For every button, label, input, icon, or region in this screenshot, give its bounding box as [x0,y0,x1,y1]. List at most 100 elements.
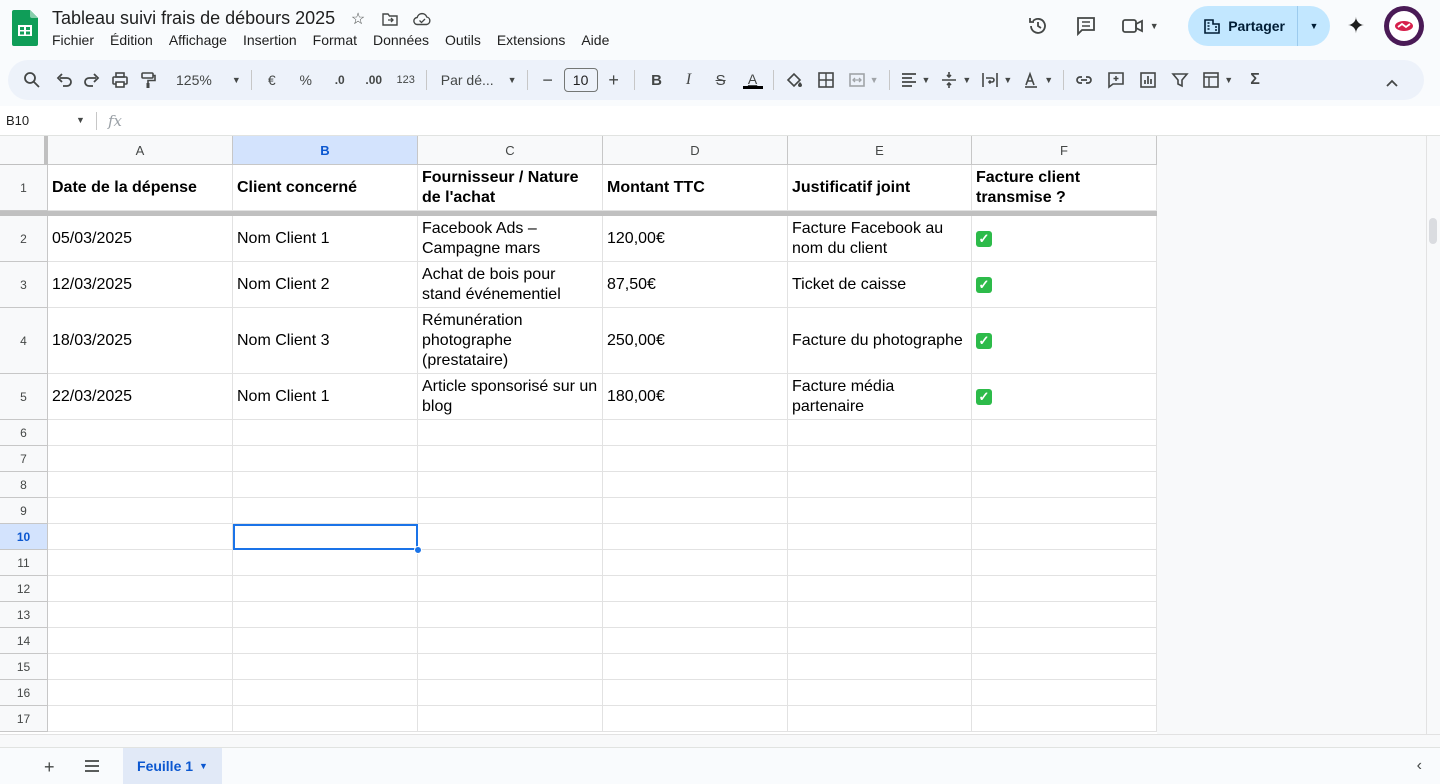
table-cell[interactable] [233,472,418,498]
share-options-button[interactable]: ▼ [1298,6,1330,46]
table-cell[interactable] [603,602,788,628]
table-cell[interactable]: ✓ [972,308,1157,374]
table-cell[interactable] [788,680,972,706]
table-cell[interactable]: 180,00€ [603,374,788,420]
row-header-1[interactable]: 1 [0,165,48,211]
header-cell[interactable]: Montant TTC [603,165,788,211]
filter-views-icon[interactable]: ▼ [1198,66,1237,94]
avatar[interactable] [1384,6,1424,46]
horizontal-scrollbar[interactable] [0,734,1440,747]
table-cell[interactable] [603,550,788,576]
table-cell[interactable] [603,472,788,498]
header-cell[interactable]: Fournisseur / Nature de l'achat [418,165,603,211]
table-cell[interactable] [418,706,603,732]
table-cell[interactable] [972,550,1157,576]
table-cell[interactable] [233,680,418,706]
comments-icon[interactable] [1066,6,1106,46]
table-cell[interactable] [48,524,233,550]
table-cell[interactable] [788,706,972,732]
table-cell[interactable] [603,446,788,472]
table-cell[interactable]: 05/03/2025 [48,216,233,262]
row-header-3[interactable]: 3 [0,262,48,308]
row-header-11[interactable]: 11 [0,550,48,576]
table-cell[interactable] [972,602,1157,628]
percent-format-button[interactable]: % [292,66,320,94]
table-cell[interactable] [603,576,788,602]
table-cell[interactable] [972,706,1157,732]
table-cell[interactable] [603,680,788,706]
table-cell[interactable] [788,654,972,680]
row-header-16[interactable]: 16 [0,680,48,706]
chevron-down-icon[interactable]: ▼ [76,115,85,125]
menu-fichier[interactable]: Fichier [52,32,102,48]
sheet-tab[interactable]: Feuille 1 ▼ [123,748,222,784]
table-cell[interactable] [788,446,972,472]
row-header-4[interactable]: 4 [0,308,48,374]
table-cell[interactable] [418,498,603,524]
name-box[interactable]: B10 [6,113,29,128]
table-cell[interactable] [788,628,972,654]
header-cell[interactable]: Client concerné [233,165,418,211]
share-button[interactable]: Partager [1188,6,1298,46]
bold-button[interactable]: B [643,66,671,94]
paint-format-icon[interactable] [134,66,162,94]
insert-link-icon[interactable] [1070,66,1098,94]
column-header-b[interactable]: B [233,136,418,165]
currency-format-button[interactable]: € [258,66,286,94]
table-cell[interactable] [233,576,418,602]
table-cell[interactable]: Ticket de caisse [788,262,972,308]
header-cell[interactable]: Date de la dépense [48,165,233,211]
decrease-decimal-button[interactable]: .0 [326,66,354,94]
table-cell[interactable]: 12/03/2025 [48,262,233,308]
table-cell[interactable] [48,654,233,680]
column-header-d[interactable]: D [603,136,788,165]
table-cell[interactable] [418,524,603,550]
table-cell[interactable] [788,420,972,446]
table-cell[interactable]: Facebook Ads – Campagne mars [418,216,603,262]
table-cell[interactable]: ✓ [972,216,1157,262]
star-icon[interactable]: ☆ [348,9,368,29]
vertical-scrollbar[interactable] [1426,136,1440,734]
table-cell[interactable] [972,524,1157,550]
table-cell[interactable] [418,576,603,602]
table-cell[interactable]: 120,00€ [603,216,788,262]
spreadsheet-grid[interactable]: A B C D E F 1 2 3 4 5 6 7 8 9 10 11 12 13 14 15 16 17 Date de l… [0,136,1440,734]
menu-donnees[interactable]: Données [373,32,437,48]
redo-icon[interactable] [78,66,106,94]
table-cell[interactable] [418,628,603,654]
print-icon[interactable] [106,66,134,94]
table-cell[interactable]: 87,50€ [603,262,788,308]
table-cell[interactable]: Article sponsorisé sur un blog [418,374,603,420]
table-cell[interactable] [972,654,1157,680]
table-cell[interactable] [972,680,1157,706]
table-cell[interactable] [48,550,233,576]
table-cell[interactable] [972,628,1157,654]
table-cell[interactable]: 18/03/2025 [48,308,233,374]
filter-icon[interactable] [1166,66,1194,94]
column-header-a[interactable]: A [48,136,233,165]
table-cell[interactable]: ✓ [972,374,1157,420]
table-cell[interactable] [418,550,603,576]
add-sheet-icon[interactable]: + [44,757,55,778]
row-header-13[interactable]: 13 [0,602,48,628]
menu-outils[interactable]: Outils [445,32,489,48]
table-cell[interactable] [603,706,788,732]
fill-color-icon[interactable] [780,66,808,94]
table-cell[interactable] [972,576,1157,602]
table-cell[interactable] [418,420,603,446]
row-header-14[interactable]: 14 [0,628,48,654]
table-cell[interactable] [418,602,603,628]
header-cell[interactable]: Justificatif joint [788,165,972,211]
table-cell[interactable]: 22/03/2025 [48,374,233,420]
table-cell[interactable] [603,498,788,524]
table-cell[interactable] [48,498,233,524]
table-cell[interactable] [788,524,972,550]
table-cell[interactable] [48,576,233,602]
row-header-5[interactable]: 5 [0,374,48,420]
table-cell[interactable] [233,420,418,446]
table-cell[interactable] [418,654,603,680]
header-cell[interactable]: Facture client transmise ? [972,165,1157,211]
table-cell[interactable] [788,602,972,628]
decrease-font-size-button[interactable]: − [534,66,562,94]
table-cell[interactable] [48,628,233,654]
